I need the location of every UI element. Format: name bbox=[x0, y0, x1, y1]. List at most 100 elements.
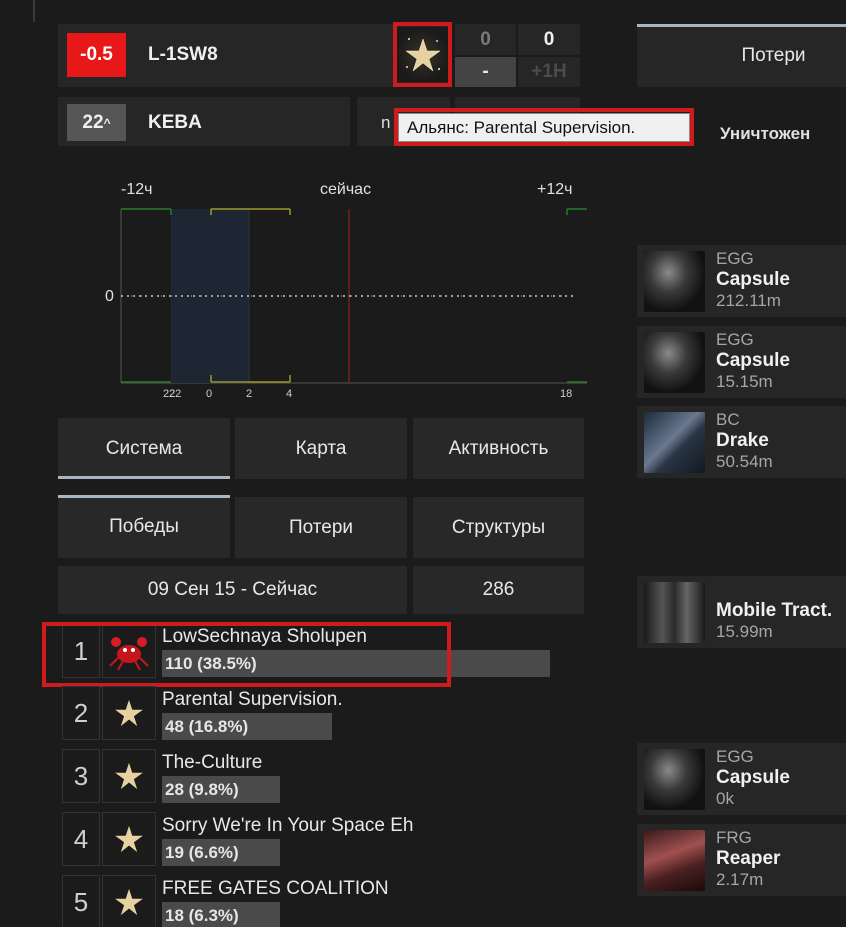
counter-box-top-right: 0 bbox=[518, 24, 580, 55]
timeline-chart bbox=[120, 208, 587, 384]
rank-suffix: ^ bbox=[103, 115, 111, 130]
corp-name-link[interactable]: LowSechnaya Sholupen bbox=[162, 626, 367, 648]
period-range-label: 09 Сен 15 - Сейчас bbox=[147, 579, 318, 600]
tab-system[interactable]: Система bbox=[58, 418, 230, 479]
kill-value: 15.15m bbox=[716, 372, 773, 391]
corp-name-link[interactable]: The-Culture bbox=[162, 752, 262, 774]
counter-minus-button[interactable]: - bbox=[455, 57, 516, 87]
reaper-icon bbox=[644, 830, 705, 891]
alliance-star-icon bbox=[115, 825, 143, 853]
kill-ship-name: Capsule bbox=[716, 350, 790, 371]
kill-card[interactable]: EGG Capsule 15.15m bbox=[637, 326, 846, 398]
kill-card[interactable]: BC Drake 50.54m bbox=[637, 406, 846, 478]
capsule-icon bbox=[644, 251, 705, 312]
corp-name-link[interactable]: FREE GATES COALITION bbox=[162, 878, 389, 900]
mobile-tractor-icon bbox=[644, 582, 705, 643]
timeline-label-left: -12ч bbox=[121, 181, 153, 198]
counter-minus-label: - bbox=[482, 61, 489, 82]
subtab-wins[interactable]: Победы bbox=[58, 495, 230, 558]
timeline-zero-label: 0 bbox=[105, 288, 114, 305]
system-name[interactable]: L-1SW8 bbox=[148, 44, 218, 66]
counter-top-right: 0 bbox=[543, 28, 555, 50]
leaderboard-rank: 3 bbox=[62, 749, 100, 803]
alliance-star-icon bbox=[115, 699, 143, 727]
capsule-icon bbox=[644, 332, 705, 393]
kill-ship-class: FRG bbox=[716, 828, 752, 847]
kill-ship-name: Drake bbox=[716, 430, 769, 451]
corp-kill-count: 110 (38.5%) bbox=[165, 654, 257, 673]
kill-card[interactable]: Mobile Tract. 15.99m bbox=[637, 576, 846, 648]
kill-ship-class: EGG bbox=[716, 249, 754, 268]
corp-kill-count: 48 (16.8%) bbox=[165, 717, 249, 736]
kill-card[interactable]: EGG Capsule 0k bbox=[637, 743, 846, 815]
subtab-structures[interactable]: Структуры bbox=[413, 497, 584, 558]
tab-map[interactable]: Карта bbox=[235, 418, 407, 479]
kill-value: 212.11m bbox=[716, 291, 781, 310]
rank-number: 2 bbox=[73, 697, 89, 728]
security-value: -0.5 bbox=[80, 44, 113, 65]
region-name[interactable]: KEBA bbox=[148, 112, 202, 134]
leaderboard-rank: 4 bbox=[62, 812, 100, 866]
timeline-tick: 0 bbox=[206, 388, 213, 400]
kill-card[interactable]: FRG Reaper 2.17m bbox=[637, 824, 846, 896]
leaderboard-rank: 1 bbox=[62, 624, 100, 678]
losses-header-label: Потери bbox=[741, 44, 806, 66]
counter-plus-hour-button[interactable]: +1H bbox=[518, 57, 580, 87]
timeline-tick: 2 bbox=[246, 388, 253, 400]
top-divider bbox=[33, 0, 35, 22]
corp-kill-count: 18 (6.3%) bbox=[165, 906, 239, 925]
timeline-label-now: сейчас bbox=[320, 181, 372, 198]
corp-logo-button[interactable] bbox=[102, 686, 156, 740]
kill-value: 2.17m bbox=[716, 870, 764, 889]
corp-name-link[interactable]: Parental Supervision. bbox=[162, 689, 343, 711]
alliance-tooltip-text: Альянс: Parental Supervision. bbox=[407, 118, 636, 137]
region-extra-text: n bbox=[381, 113, 391, 132]
corp-logo-button[interactable] bbox=[102, 749, 156, 803]
kill-value: 50.54m bbox=[716, 452, 773, 471]
kill-ship-name: Capsule bbox=[716, 269, 790, 290]
capsule-icon bbox=[644, 749, 705, 810]
kill-value: 15.99m bbox=[716, 622, 773, 641]
corp-name-link[interactable]: Sorry We're In Your Space Eh bbox=[162, 815, 413, 837]
kill-card[interactable]: EGG Capsule 212.11m bbox=[637, 245, 846, 317]
alliance-logo-button[interactable] bbox=[397, 27, 448, 82]
corp-logo-button[interactable] bbox=[102, 812, 156, 866]
period-range-selector[interactable]: 09 Сен 15 - Сейчас bbox=[58, 566, 407, 614]
kill-ship-name: Mobile Tract. bbox=[716, 600, 833, 621]
tab-map-label: Карта bbox=[295, 437, 347, 459]
kill-ship-class: EGG bbox=[716, 330, 754, 349]
rank-badge: 22 ^ bbox=[67, 104, 126, 141]
tab-activity-label: Активность bbox=[448, 437, 549, 459]
losses-header[interactable]: Потери bbox=[637, 24, 846, 87]
rank-number: 3 bbox=[73, 760, 89, 791]
alliance-star-icon bbox=[115, 762, 143, 790]
leaderboard-rank: 2 bbox=[62, 686, 100, 740]
timeline-tick: 4 bbox=[286, 388, 293, 400]
kill-ship-name: Reaper bbox=[716, 848, 781, 869]
kill-ship-class: EGG bbox=[716, 747, 754, 766]
counter-plus-hour-label: +1H bbox=[531, 61, 567, 82]
kill-ship-class: BC bbox=[716, 410, 740, 429]
corp-logo-button[interactable] bbox=[102, 875, 156, 927]
subtab-losses[interactable]: Потери bbox=[235, 497, 407, 558]
timeline-tick: 18 bbox=[560, 388, 573, 400]
tab-activity[interactable]: Активность bbox=[413, 418, 584, 479]
subtab-structures-label: Структуры bbox=[451, 516, 546, 538]
corp-logo-button[interactable] bbox=[102, 624, 156, 678]
corp-kill-count: 28 (9.8%) bbox=[165, 780, 239, 799]
rank-number: 1 bbox=[73, 635, 89, 666]
timeline-tick: 22 bbox=[169, 388, 182, 400]
rank-value: 22 bbox=[82, 111, 104, 133]
corp-kill-count: 19 (6.6%) bbox=[165, 843, 239, 862]
alliance-star-icon bbox=[404, 37, 441, 72]
subtab-losses-label: Потери bbox=[288, 516, 354, 538]
kill-value: 0k bbox=[716, 789, 734, 808]
red-crab-icon bbox=[109, 637, 149, 671]
security-badge: -0.5 bbox=[67, 33, 126, 77]
drake-icon bbox=[644, 412, 705, 473]
counter-top-left: 0 bbox=[480, 28, 491, 50]
rank-number: 4 bbox=[73, 823, 89, 854]
leaderboard-rank: 5 bbox=[62, 875, 100, 927]
alliance-star-icon bbox=[115, 888, 143, 916]
period-total: 286 bbox=[413, 566, 584, 614]
